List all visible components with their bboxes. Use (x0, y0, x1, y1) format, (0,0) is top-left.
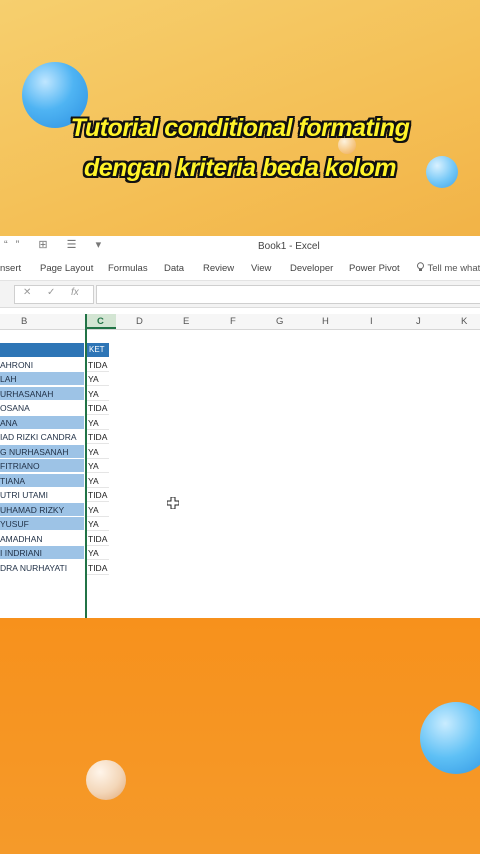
bottom-background (0, 618, 480, 854)
table-row: ANA YA (0, 415, 109, 431)
name-cell[interactable]: DRA NURHAYATI (0, 560, 84, 575)
tab-power-pivot[interactable]: Power Pivot (349, 263, 400, 274)
ket-cell[interactable]: YA (87, 517, 109, 531)
name-cell[interactable]: OSANA (0, 401, 84, 415)
table-row: LAH YA (0, 372, 109, 387)
lightbulb-icon (417, 262, 424, 271)
formula-buttons: ✕ ✓ fx (14, 285, 94, 304)
ket-cell[interactable]: YA (87, 416, 109, 430)
ket-cell[interactable]: YA (87, 372, 109, 386)
formula-input[interactable] (96, 285, 480, 304)
ribbon-tabs: nsert Page Layout Formulas Data Review V… (0, 258, 480, 281)
table-row: I INDRIANI YA (0, 546, 109, 561)
table-row: OSANA TIDA (0, 401, 109, 416)
column-header-j[interactable]: J (416, 316, 421, 327)
table-row: YUSUF YA (0, 517, 109, 532)
name-cell[interactable]: URHASANAH (0, 386, 84, 401)
name-cell[interactable]: LAH (0, 372, 84, 386)
header-cell-ket[interactable]: KET (87, 343, 109, 357)
tab-page-layout[interactable]: Page Layout (40, 263, 93, 274)
column-header-b[interactable]: B (21, 316, 27, 327)
table-row: TIANA YA (0, 473, 109, 489)
formula-bar: ✕ ✓ fx (0, 281, 480, 308)
quick-access-icons[interactable]: “” ⊞ ☰ ▾ (4, 238, 109, 251)
table-row: G NURHASANAH YA (0, 444, 109, 460)
ket-cell[interactable]: TIDA (87, 401, 109, 415)
column-header-h[interactable]: H (322, 316, 329, 327)
ket-cell[interactable]: TIDA (87, 488, 109, 502)
name-cell[interactable]: UTRI UTAMI (0, 488, 84, 502)
tab-review[interactable]: Review (203, 263, 234, 274)
column-header-e[interactable]: E (183, 316, 189, 327)
enter-icon[interactable]: ✓ (47, 287, 55, 298)
table-row: AHRONI TIDA (0, 357, 109, 373)
tell-me-label: Tell me what (427, 263, 480, 274)
header-cell-name[interactable] (0, 343, 84, 357)
name-cell[interactable]: FITRIANO (0, 459, 84, 473)
column-header-k[interactable]: K (461, 316, 467, 327)
tab-insert[interactable]: nsert (0, 263, 21, 274)
column-header-d[interactable]: D (136, 316, 143, 327)
video-title-line-1: Tutorial conditional formating (70, 114, 410, 142)
ket-cell[interactable]: TIDA (87, 561, 109, 575)
name-cell[interactable]: G NURHASANAH (0, 444, 84, 459)
tab-formulas[interactable]: Formulas (108, 263, 148, 274)
table-row: UHAMAD RIZKY YA (0, 502, 109, 518)
ket-cell[interactable]: YA (87, 503, 109, 517)
name-cell[interactable]: I INDRIANI (0, 546, 84, 560)
ket-cell[interactable]: YA (87, 546, 109, 560)
table-row: DRA NURHAYATI TIDA (0, 560, 109, 576)
name-cell[interactable]: IAD RIZKI CANDRA (0, 430, 84, 444)
tab-view[interactable]: View (251, 263, 271, 274)
column-header-f[interactable]: F (230, 316, 236, 327)
video-title-line-2: dengan kriteria beda kolom (83, 154, 397, 182)
ket-cell[interactable]: TIDA (87, 358, 109, 372)
column-headers: B C D E F G H I J K (0, 314, 480, 330)
name-cell[interactable]: TIANA (0, 473, 84, 488)
table-header-row: KET (0, 343, 109, 357)
name-cell[interactable]: AMADHAN (0, 531, 84, 546)
tab-data[interactable]: Data (164, 263, 184, 274)
name-cell[interactable]: YUSUF (0, 517, 84, 531)
ket-cell[interactable]: YA (87, 474, 109, 488)
column-header-c[interactable]: C (97, 316, 104, 327)
window-title: Book1 - Excel (258, 241, 320, 252)
table-row: UTRI UTAMI TIDA (0, 488, 109, 503)
quick-access-toolbar: “” ⊞ ☰ ▾ Book1 - Excel (0, 236, 480, 258)
ket-cell[interactable]: TIDA (87, 532, 109, 546)
cancel-icon[interactable]: ✕ (23, 287, 31, 298)
column-header-g[interactable]: G (276, 316, 283, 327)
excel-window: “” ⊞ ☰ ▾ Book1 - Excel nsert Page Layout… (0, 236, 480, 618)
ket-cell[interactable]: YA (87, 387, 109, 401)
name-cell[interactable]: ANA (0, 415, 84, 430)
cell-cursor-icon (167, 497, 179, 509)
table-row: IAD RIZKI CANDRA TIDA (0, 430, 109, 445)
name-cell[interactable]: AHRONI (0, 357, 84, 372)
table-row: AMADHAN TIDA (0, 531, 109, 547)
table-row: URHASANAH YA (0, 386, 109, 402)
table-row: FITRIANO YA (0, 459, 109, 474)
tell-me-box[interactable]: Tell me what (416, 262, 480, 274)
ket-cell[interactable]: TIDA (87, 430, 109, 444)
column-header-i[interactable]: I (370, 316, 373, 327)
name-cell[interactable]: UHAMAD RIZKY (0, 502, 84, 517)
ket-cell[interactable]: YA (87, 445, 109, 459)
tab-developer[interactable]: Developer (290, 263, 333, 274)
ket-cell[interactable]: YA (87, 459, 109, 473)
decorative-ball (86, 760, 126, 800)
insert-function-icon[interactable]: fx (71, 287, 79, 298)
